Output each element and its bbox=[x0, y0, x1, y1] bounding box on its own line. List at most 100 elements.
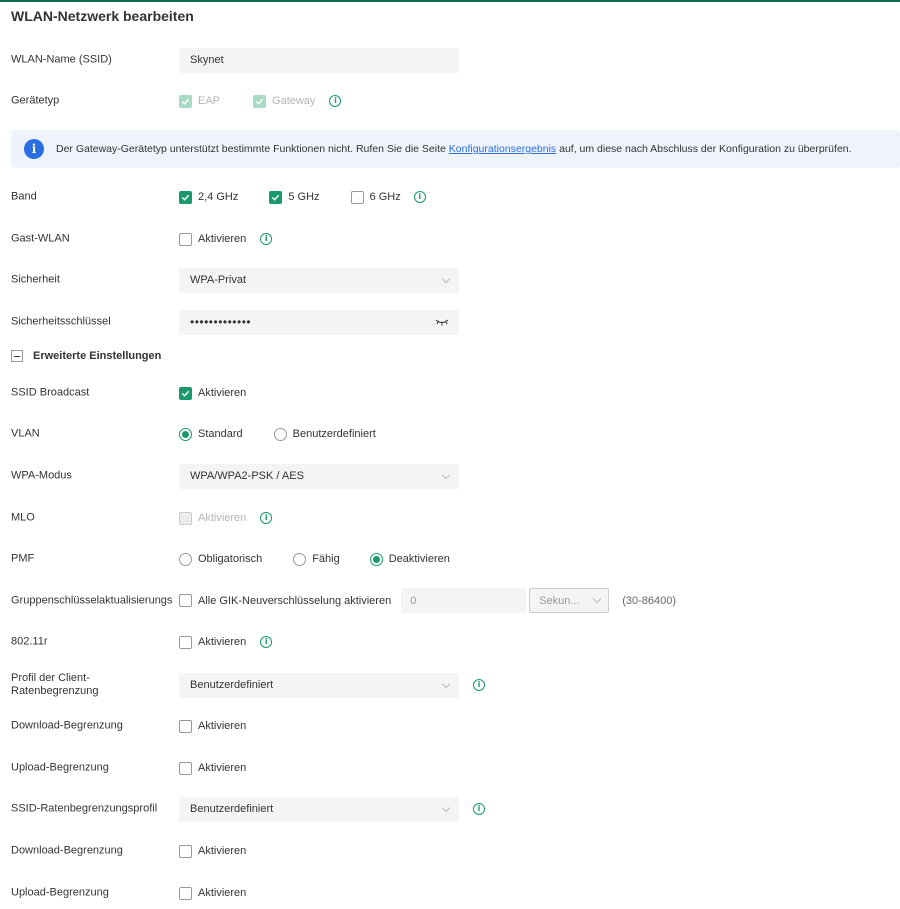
pmf-mandatory-radio[interactable] bbox=[179, 552, 192, 566]
info-icon[interactable]: i bbox=[260, 512, 273, 524]
gateway-label: Gateway bbox=[272, 95, 316, 107]
ssid-broadcast-label: SSID Broadcast bbox=[11, 386, 90, 399]
band-6-label: 6 GHz bbox=[369, 191, 401, 203]
ssid-profile-label: SSID-Ratenbegrenzungsprofil bbox=[11, 802, 158, 815]
vlan-row: VLAN Standard Benutzerdefiniert bbox=[0, 422, 900, 446]
info-icon[interactable]: i bbox=[473, 679, 485, 691]
client-profile-label: Profil der Client-Ratenbegrenzung bbox=[11, 672, 99, 697]
vlan-standard-radio[interactable] bbox=[179, 427, 192, 441]
client-upload-row: Upload-Begrenzung Aktivieren bbox=[0, 756, 900, 780]
vlan-standard-label: Standard bbox=[198, 428, 243, 440]
gik-row: Gruppenschlüsselaktualisierungs Alle GIK… bbox=[0, 588, 900, 613]
mlo-row: MLO Aktivieren i bbox=[0, 506, 900, 530]
pmf-mandatory-label: Obligatorisch bbox=[198, 553, 263, 565]
eap-checkbox bbox=[179, 94, 192, 108]
pmf-disable-radio[interactable] bbox=[369, 552, 383, 566]
device-type-row: Gerätetyp EAP Gateway i bbox=[0, 89, 900, 113]
client-download-checkbox[interactable] bbox=[179, 719, 192, 733]
vlan-custom-option[interactable]: Benutzerdefiniert bbox=[273, 427, 376, 441]
info-icon[interactable]: i bbox=[260, 636, 273, 648]
ssid-broadcast-checkbox[interactable] bbox=[179, 386, 192, 400]
mlo-option-label: Aktivieren bbox=[198, 512, 247, 524]
pmf-label: PMF bbox=[11, 552, 35, 565]
ssid-upload-option[interactable]: Aktivieren bbox=[179, 886, 247, 900]
guest-option[interactable]: Aktivieren bbox=[179, 232, 246, 246]
band-6-checkbox[interactable] bbox=[350, 190, 364, 204]
gik-interval-input[interactable]: 0 bbox=[401, 588, 527, 613]
device-type-label: Gerätetyp bbox=[11, 94, 60, 107]
gik-option[interactable]: Alle GIK-Neuverschlüsselung aktivieren bbox=[179, 594, 391, 607]
advanced-toggle[interactable]: Erweiterte Einstellungen bbox=[11, 350, 161, 362]
device-type-eap: EAP bbox=[179, 94, 221, 108]
info-icon[interactable]: i bbox=[413, 191, 426, 203]
gik-checkbox[interactable] bbox=[179, 594, 192, 607]
vlan-custom-radio[interactable] bbox=[273, 427, 287, 441]
client-download-option[interactable]: Aktivieren bbox=[179, 719, 247, 733]
guest-row: Gast-WLAN Aktivieren i bbox=[0, 227, 900, 251]
chevron-down-icon bbox=[441, 803, 451, 812]
guest-checkbox[interactable] bbox=[179, 232, 192, 246]
device-type-gateway: Gateway bbox=[253, 94, 316, 108]
client-download-row: Download-Begrenzung Aktivieren bbox=[0, 714, 900, 738]
r80211-row: 802.11r Aktivieren i bbox=[0, 630, 900, 654]
pmf-capable-option[interactable]: Fähig bbox=[293, 552, 340, 566]
ssid-input[interactable]: Skynet bbox=[179, 47, 459, 73]
pmf-row: PMF Obligatorisch Fähig Deaktivieren bbox=[0, 547, 900, 571]
info-icon[interactable]: i bbox=[473, 803, 485, 815]
ssid-broadcast-row: SSID Broadcast Aktivieren bbox=[0, 381, 900, 405]
ssid-download-checkbox[interactable] bbox=[179, 844, 192, 858]
eye-closed-icon[interactable] bbox=[435, 318, 449, 326]
r80211-option[interactable]: Aktivieren bbox=[179, 635, 246, 649]
ssid-upload-row: Upload-Begrenzung Aktivieren bbox=[0, 881, 900, 905]
ssid-broadcast-option[interactable]: Aktivieren bbox=[179, 386, 247, 400]
band-24-checkbox[interactable] bbox=[179, 190, 192, 204]
band-24-label: 2,4 GHz bbox=[198, 191, 239, 203]
pmf-capable-radio[interactable] bbox=[293, 552, 307, 566]
security-select[interactable]: WPA-Privat bbox=[179, 267, 459, 293]
client-upload-label: Upload-Begrenzung bbox=[11, 761, 109, 774]
vlan-standard-option[interactable]: Standard bbox=[179, 427, 243, 441]
ssid-download-row: Download-Begrenzung Aktivieren bbox=[0, 839, 900, 863]
pmf-disable-label: Deaktivieren bbox=[388, 553, 450, 565]
band-5-option[interactable]: 5 GHz bbox=[269, 190, 320, 204]
info-icon[interactable]: i bbox=[329, 95, 342, 107]
client-upload-option[interactable]: Aktivieren bbox=[179, 761, 246, 775]
collapse-icon[interactable] bbox=[11, 350, 23, 362]
chevron-down-icon bbox=[592, 594, 602, 604]
ssid-upload-label: Upload-Begrenzung bbox=[11, 886, 109, 899]
gik-unit-select[interactable]: Sekun... bbox=[529, 588, 610, 613]
client-profile-select[interactable]: Benutzerdefiniert bbox=[179, 672, 459, 698]
key-label: Sicherheitsschlüssel bbox=[11, 315, 111, 328]
band-row: Band 2,4 GHz 5 GHz 6 GHz i bbox=[0, 185, 900, 209]
wpa-mode-label: WPA-Modus bbox=[11, 469, 72, 482]
wpa-mode-row: WPA-Modus WPA/WPA2-PSK / AES bbox=[0, 463, 900, 489]
ssid-upload-option-label: Aktivieren bbox=[198, 887, 247, 899]
info-icon[interactable]: i bbox=[260, 233, 273, 245]
r80211-checkbox[interactable] bbox=[179, 635, 192, 649]
pmf-disable-option[interactable]: Deaktivieren bbox=[369, 552, 450, 566]
wpa-mode-select[interactable]: WPA/WPA2-PSK / AES bbox=[179, 463, 459, 489]
pmf-capable-label: Fähig bbox=[312, 553, 340, 565]
band-label: Band bbox=[11, 190, 37, 203]
pmf-mandatory-option[interactable]: Obligatorisch bbox=[179, 552, 263, 566]
ssid-label: WLAN-Name (SSID) bbox=[11, 53, 112, 66]
band-5-checkbox[interactable] bbox=[269, 190, 283, 204]
info-banner: i Der Gateway-Gerätetyp unterstützt best… bbox=[11, 130, 900, 168]
band-6-option[interactable]: 6 GHz bbox=[350, 190, 401, 204]
gateway-checkbox bbox=[253, 94, 267, 108]
page-title: WLAN-Netzwerk bearbeiten bbox=[11, 8, 194, 24]
ssid-profile-select[interactable]: Benutzerdefiniert bbox=[179, 796, 459, 822]
ssid-download-option[interactable]: Aktivieren bbox=[179, 844, 246, 858]
banner-text: Der Gateway-Gerätetyp unterstützt bestim… bbox=[56, 143, 852, 155]
client-upload-checkbox[interactable] bbox=[179, 761, 192, 775]
ssid-broadcast-option-label: Aktivieren bbox=[198, 387, 247, 399]
guest-label: Gast-WLAN bbox=[11, 232, 70, 245]
ssid-upload-checkbox[interactable] bbox=[179, 886, 192, 900]
eap-label: EAP bbox=[198, 95, 221, 107]
key-row: Sicherheitsschlüssel ••••••••••••• bbox=[0, 309, 900, 335]
config-result-link[interactable]: Konfigurationsergebnis bbox=[449, 143, 556, 155]
key-input[interactable]: ••••••••••••• bbox=[179, 309, 459, 335]
security-label: Sicherheit bbox=[11, 273, 60, 286]
band-24-option[interactable]: 2,4 GHz bbox=[179, 190, 239, 204]
client-download-option-label: Aktivieren bbox=[198, 720, 247, 732]
